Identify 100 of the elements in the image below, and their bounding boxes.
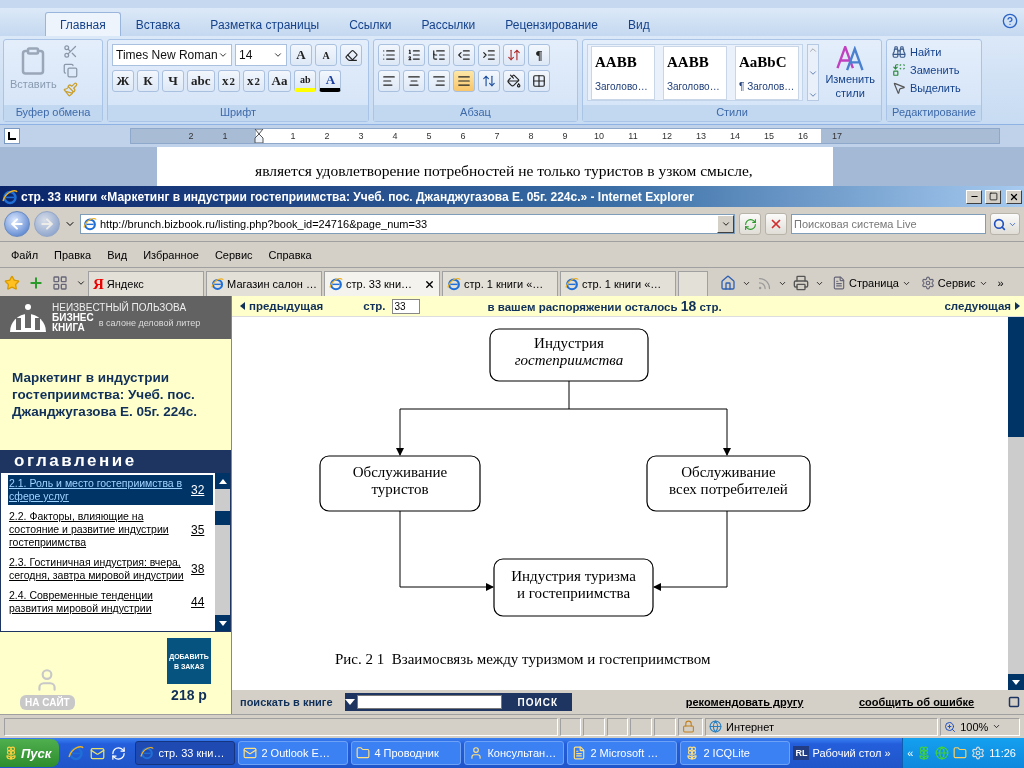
borders-button[interactable]	[528, 70, 550, 92]
page-input[interactable]: 33	[391, 298, 420, 314]
toc-link[interactable]: 2.2. Факторы, влияющие на состояние и развитие индустрии гостеприимства	[9, 510, 187, 549]
taskbar-button[interactable]: 2 ICQLite	[680, 741, 791, 765]
format-button[interactable]: К	[137, 70, 159, 92]
line-spacing-button[interactable]	[478, 70, 500, 92]
numbering-button[interactable]	[403, 44, 425, 66]
ribbon-tab[interactable]: Ссылки	[334, 12, 407, 36]
scroll-thumb[interactable]	[215, 511, 230, 525]
align-button[interactable]	[378, 70, 400, 92]
ribbon-tab[interactable]: Вставка	[120, 12, 196, 36]
change-styles-button[interactable]: Изменить стили	[823, 44, 877, 101]
toc-link[interactable]: 2.3. Гостиничная индустрия: вчера, сегодня, завтра мировой индустрии	[9, 556, 187, 582]
menu-item[interactable]: Вид	[99, 246, 136, 263]
align-button[interactable]	[403, 70, 425, 92]
browser-tab[interactable]: Магазин салон …	[206, 271, 322, 296]
minimize-button[interactable]	[966, 189, 982, 204]
toc-item[interactable]: 2.4. Современные тенденции развития мировой индустрии 44	[8, 587, 213, 617]
help-icon[interactable]	[1002, 13, 1018, 29]
style-card[interactable]: AABB Заголово…	[663, 45, 727, 100]
toc-page-link[interactable]: 38	[191, 562, 213, 576]
browser-tab[interactable]: стр. 1 книги «…	[442, 271, 558, 296]
mail-icon[interactable]	[90, 745, 106, 761]
scroll-down-button[interactable]	[215, 615, 230, 631]
home-icon[interactable]	[720, 275, 736, 291]
format-button[interactable]: Ж	[112, 70, 134, 92]
scroll-down-button[interactable]	[1008, 674, 1024, 690]
refresh-button[interactable]	[739, 213, 761, 235]
zoom-control[interactable]: 100%	[940, 717, 1020, 736]
quick-tabs-icon[interactable]	[52, 275, 68, 291]
next-link[interactable]: следующая	[944, 300, 1020, 312]
browser-tab[interactable]: Я Яндекс	[88, 271, 204, 296]
toc-page-link[interactable]: 44	[191, 595, 213, 609]
recommend-link[interactable]: рекомендовать другу	[685, 696, 804, 708]
styles-scrollbar[interactable]	[807, 44, 820, 101]
toolbar-overflow-button[interactable]: »	[884, 747, 891, 759]
scrollbar[interactable]	[215, 473, 230, 631]
stop-button[interactable]	[765, 213, 787, 235]
indent-marker-icon[interactable]	[254, 129, 264, 143]
close-button[interactable]	[1006, 189, 1022, 204]
menu-item[interactable]: Правка	[46, 246, 100, 263]
style-card[interactable]: AABB Заголово…	[591, 45, 655, 100]
print-icon[interactable]	[793, 275, 809, 291]
shrink-font-button[interactable]: A	[315, 44, 337, 66]
menu-item[interactable]: Сервис	[206, 246, 261, 263]
search-button[interactable]	[990, 213, 1020, 235]
toc-item[interactable]: 2.3. Гостиничная индустрия: вчера, сегодня, завтра мировой индустрии 38	[8, 554, 213, 584]
select-button[interactable]: Выделить	[891, 80, 962, 96]
close-tab-icon[interactable]	[424, 278, 435, 290]
favorites-star-icon[interactable]	[4, 275, 20, 291]
scroll-up-button[interactable]	[215, 473, 230, 489]
gear-icon[interactable]	[971, 746, 986, 760]
taskbar-button[interactable]: 4 Проводник	[351, 741, 462, 765]
outdent-button[interactable]	[453, 44, 475, 66]
scrollbar[interactable]	[1008, 317, 1024, 690]
taskbar-button[interactable]: 2 Microsoft …	[567, 741, 678, 765]
dropdown-caret-icon[interactable]	[344, 699, 355, 705]
ribbon-tab[interactable]: Главная	[45, 12, 121, 36]
ribbon-tab[interactable]: Вид	[612, 12, 665, 36]
align-button[interactable]	[428, 70, 450, 92]
taskbar-button[interactable]: Консультан…	[464, 741, 565, 765]
book-search-field[interactable]	[356, 695, 502, 709]
indent-button[interactable]	[478, 44, 500, 66]
browser-tab[interactable]: стр. 33 кни…	[324, 271, 440, 296]
previous-link[interactable]: предыдущая	[240, 300, 324, 312]
address-field[interactable]: http://brunch.bizbook.ru/listing.php?book_id=24716&page_num=33	[80, 214, 735, 234]
format-button[interactable]: Aa	[267, 70, 292, 92]
toc-link[interactable]: 2.4. Современные тенденции развития мировой индустрии	[9, 589, 187, 615]
back-button[interactable]	[4, 211, 30, 237]
align-button[interactable]	[453, 70, 475, 92]
multilevel-list-button[interactable]	[428, 44, 450, 66]
menu-item[interactable]: Файл	[3, 246, 47, 263]
command-button[interactable]: Страница	[830, 276, 913, 290]
font-name-field[interactable]: Times New Roman	[112, 44, 232, 66]
format-button[interactable]: abc	[187, 70, 215, 92]
replace-button[interactable]: Заменить	[891, 62, 962, 78]
taskbar-button[interactable]: стр. 33 кни…	[135, 741, 236, 765]
maximize-button[interactable]	[985, 189, 1001, 204]
style-card[interactable]: AaBbC ¶ Заголов…	[735, 45, 799, 100]
toc-page-link[interactable]: 32	[191, 483, 213, 497]
sort-button[interactable]	[503, 44, 525, 66]
taskbar-button[interactable]: 2 Outlook E…	[238, 741, 349, 765]
pilcrow-button[interactable]: ¶	[528, 44, 550, 66]
scroll-thumb[interactable]	[1008, 317, 1024, 437]
more-commands-button[interactable]: »	[995, 277, 1006, 289]
tab-list-dropdown-icon[interactable]	[76, 278, 86, 288]
ribbon-tab[interactable]: Разметка страницы	[195, 12, 335, 36]
bullets-button[interactable]	[378, 44, 400, 66]
sync-icon[interactable]	[111, 745, 127, 761]
font-size-field[interactable]: 14	[235, 44, 287, 66]
search-field[interactable]: Поисковая система Live	[791, 214, 986, 234]
highlight-button[interactable]: ab	[294, 70, 317, 92]
ribbon-tab[interactable]: Рассылки	[406, 12, 491, 36]
toc-link[interactable]: 2.1. Роль и место гостеприимства в сфере услуг	[9, 477, 187, 503]
grow-font-button[interactable]: A	[290, 44, 312, 66]
toc-item[interactable]: 2.1. Роль и место гостеприимства в сфере услуг 32	[8, 475, 213, 505]
ie-logo-icon[interactable]	[68, 745, 85, 761]
ribbon-tab[interactable]: Рецензирование	[490, 12, 613, 36]
menu-item[interactable]: Избранное	[135, 246, 207, 263]
shading-button[interactable]	[503, 70, 525, 92]
